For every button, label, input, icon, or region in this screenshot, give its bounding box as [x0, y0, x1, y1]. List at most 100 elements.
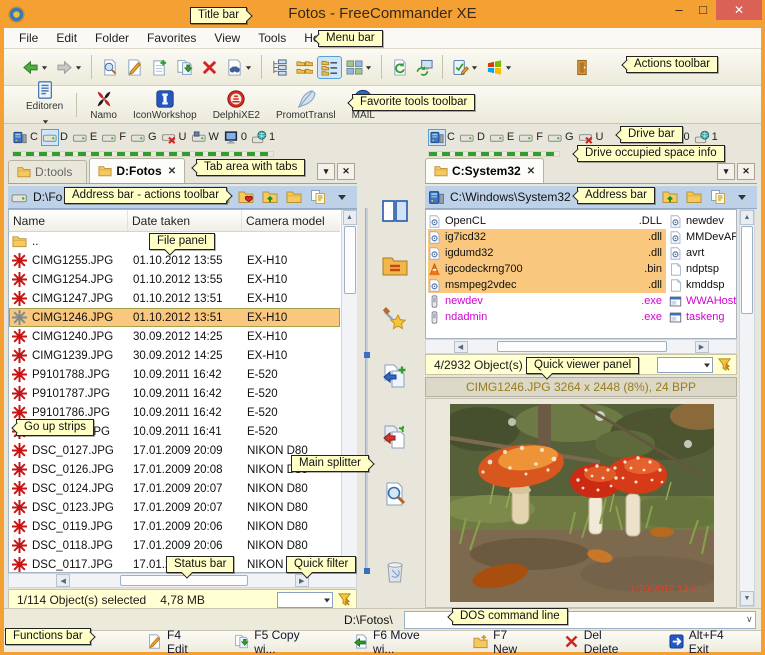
menu-item[interactable]: Tools: [249, 29, 295, 47]
sysdrive-button[interactable]: C: [427, 129, 457, 146]
quick-filter-combo[interactable]: [277, 592, 333, 608]
fwd-button[interactable]: [53, 56, 85, 78]
scrollbar-thumb[interactable]: [741, 226, 753, 314]
editdoc-button[interactable]: [123, 57, 146, 78]
file-row[interactable]: ig7icd32 .dll: [428, 229, 666, 245]
scroll-left-icon[interactable]: ◀: [454, 341, 468, 353]
file-row[interactable]: P9101787.JPG 10.09.2011 16:42 E-520: [9, 384, 340, 403]
tab-close-button[interactable]: ✕: [337, 163, 355, 180]
drive-button[interactable]: E: [70, 129, 99, 146]
main-splitter[interactable]: [365, 208, 368, 572]
scrollbar-thumb[interactable]: [497, 341, 667, 352]
sysdrive-button[interactable]: C: [10, 129, 40, 146]
menu-item[interactable]: Edit: [47, 29, 86, 47]
menu-item[interactable]: Folder: [86, 29, 138, 47]
dropdown-arrow-icon[interactable]: [364, 58, 372, 76]
filter-icon[interactable]: [717, 357, 732, 372]
movedoc-button[interactable]: [380, 422, 410, 452]
scroll-up-icon[interactable]: ▲: [740, 210, 754, 225]
copydoc-button[interactable]: F5 Copy wi...: [231, 626, 326, 655]
maximize-button[interactable]: □: [692, 0, 714, 20]
folder-tab[interactable]: D:Fotos ✕: [89, 158, 185, 183]
delx-button[interactable]: Del Delete: [561, 626, 642, 655]
drive-button[interactable]: D: [40, 129, 70, 146]
namo-button[interactable]: Namo: [83, 88, 124, 122]
copypath-button[interactable]: [307, 187, 329, 207]
file-row[interactable]: DSC_0118.JPG 17.01.2009 20:06 NIKON D80: [9, 536, 340, 555]
dualpanel-button[interactable]: [380, 196, 410, 226]
file-row[interactable]: P9101788.JPG 10.09.2011 16:42 E-520: [9, 365, 340, 384]
drive-button[interactable]: F: [516, 129, 545, 146]
column-header-date[interactable]: Date taken: [128, 210, 242, 231]
minimize-button[interactable]: –: [668, 0, 690, 20]
net-button[interactable]: 1: [692, 129, 720, 146]
folder2-button[interactable]: [683, 187, 705, 207]
monitor-button[interactable]: 0: [221, 129, 249, 146]
quick-filter-combo[interactable]: [657, 357, 713, 373]
flat-button[interactable]: [293, 57, 316, 78]
drive-button[interactable]: G: [128, 129, 159, 146]
newdoc-button[interactable]: [148, 57, 171, 78]
tab-close-button[interactable]: ✕: [737, 163, 755, 180]
file-row[interactable]: avrt: [669, 245, 736, 261]
horizontal-scrollbar[interactable]: ◀ ▶: [425, 339, 737, 354]
drivex-button[interactable]: U: [576, 129, 606, 146]
file-row[interactable]: CIMG1255.JPG 01.10.2012 13:55 EX-H10: [9, 251, 340, 270]
find-button[interactable]: [223, 56, 255, 78]
dropdown-arrow-icon[interactable]: [470, 58, 478, 76]
file-row[interactable]: OpenCL .DLL: [428, 213, 666, 229]
caretbtn-button[interactable]: [731, 187, 753, 207]
delphi-button[interactable]: DelphiXE2: [206, 88, 267, 122]
file-row[interactable]: CIMG1240.JPG 30.09.2012 14:25 EX-H10: [9, 327, 340, 346]
column-header-camera[interactable]: Camera model: [242, 210, 340, 231]
file-row[interactable]: DSC_0123.JPG 17.01.2009 20:07 NIKON D80: [9, 498, 340, 517]
details-button[interactable]: [318, 57, 341, 78]
viewmag-button[interactable]: [380, 479, 410, 509]
file-row[interactable]: DSC_0119.JPG 17.01.2009 20:06 NIKON D80: [9, 517, 340, 536]
file-row[interactable]: igcodeckrng700 .bin: [428, 261, 666, 277]
folderup-button[interactable]: [659, 187, 681, 207]
folderup-button[interactable]: [259, 187, 281, 207]
trash-button[interactable]: [380, 557, 410, 587]
file-row[interactable]: igdumd32 .dll: [428, 245, 666, 261]
file-row[interactable]: WWAHost: [669, 293, 736, 309]
vertical-scrollbar[interactable]: ▲ ▼: [739, 209, 755, 607]
favtools-button[interactable]: [380, 305, 410, 335]
caretbtn-button[interactable]: [331, 187, 353, 207]
dropdown-arrow-icon[interactable]: [244, 58, 252, 76]
file-row[interactable]: CIMG1246.JPG 01.10.2012 13:51 EX-H10: [9, 308, 340, 327]
winlogo-button[interactable]: [483, 56, 515, 78]
scroll-up-icon[interactable]: ▲: [343, 210, 357, 225]
scroll-left-icon[interactable]: ◀: [56, 574, 70, 587]
tab-list-dropdown[interactable]: ▾: [717, 163, 735, 180]
editdoc-button[interactable]: F4 Edit: [144, 626, 207, 655]
copypath-button[interactable]: [707, 187, 729, 207]
foldereq-button[interactable]: [380, 250, 410, 280]
file-row[interactable]: taskeng: [669, 309, 736, 325]
drive-button[interactable]: D: [457, 129, 487, 146]
fnew-button[interactable]: F7 New: [470, 626, 537, 655]
dropdown-arrow-icon[interactable]: [40, 58, 48, 76]
scrollbar-thumb[interactable]: [120, 575, 248, 586]
file-row[interactable]: msmpeg2vdec .dll: [428, 277, 666, 293]
tab-list-dropdown[interactable]: ▾: [317, 163, 335, 180]
file-row[interactable]: DSC_0124.JPG 17.01.2009 20:07 NIKON D80: [9, 479, 340, 498]
sync-button[interactable]: [413, 57, 436, 78]
quill-button[interactable]: PromotTransl: [269, 88, 343, 122]
drive-button[interactable]: G: [545, 129, 576, 146]
file-row[interactable]: CIMG1247.JPG 01.10.2012 13:51 EX-H10: [9, 289, 340, 308]
column-header-name[interactable]: Name: [9, 210, 128, 231]
editoren-button[interactable]: Editoren: [19, 79, 70, 131]
folder-tab[interactable]: D:tools: [8, 160, 87, 183]
menu-item[interactable]: Favorites: [138, 29, 205, 47]
file-row[interactable]: MMDevAPI: [669, 229, 736, 245]
folderheart-button[interactable]: [235, 187, 257, 207]
viewdoc-button[interactable]: [98, 57, 121, 78]
file-row[interactable]: ndptsp: [669, 261, 736, 277]
door-button[interactable]: [570, 57, 593, 78]
vertical-scrollbar[interactable]: ▲ ▼: [341, 210, 357, 572]
thumbs-button[interactable]: [343, 56, 375, 78]
scroll-right-icon[interactable]: ▶: [695, 341, 709, 353]
scroll-down-icon[interactable]: ▼: [740, 591, 754, 606]
file-row[interactable]: newdev: [669, 213, 736, 229]
